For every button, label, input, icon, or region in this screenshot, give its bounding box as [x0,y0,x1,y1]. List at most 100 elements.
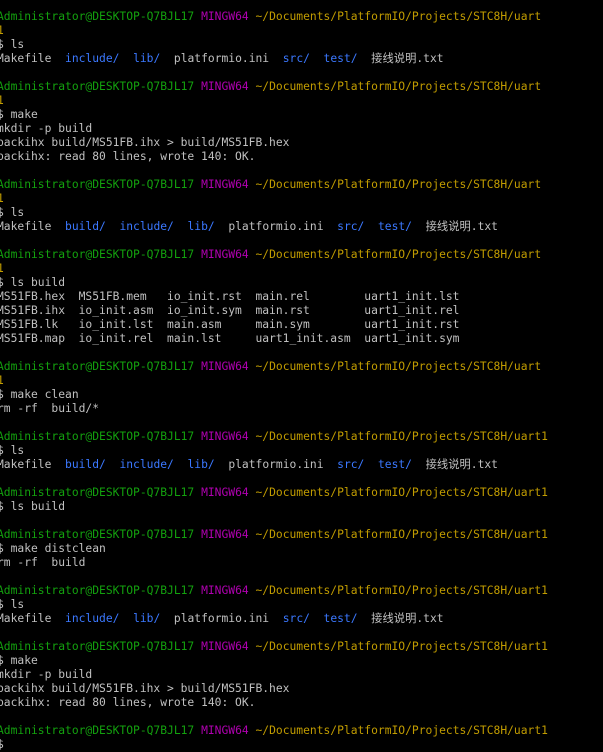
prompt-env: MINGW64 [201,430,249,443]
prompt-user-host: Administrator@DESKTOP-Q7BJL17 [0,724,195,737]
prompt-path: ~/Documents/PlatformIO/Projects/STC8H/ua… [255,584,548,597]
directory-entry: include/ [65,612,120,625]
command-line: $ ls [0,598,25,611]
prompt-user-host: Administrator@DESKTOP-Q7BJL17 [0,248,195,261]
file-entry: platformio.ini [228,458,324,471]
prompt-env: MINGW64 [201,528,249,541]
prompt-path-continuation: 1 [0,24,4,37]
output-line: packihx build/MS51FB.ihx > build/MS51FB.… [0,682,290,695]
prompt-line: Administrator@DESKTOP-Q7BJL17 MINGW64 ~/… [0,80,603,94]
command-line: $ make [0,108,38,121]
ls-output-line: Makefile include/ lib/ platformio.ini sr… [0,52,603,66]
output-line: MS51FB.hex MS51FB.mem io_init.rst main.r… [0,290,460,303]
prompt-env: MINGW64 [201,724,249,737]
prompt-user-host: Administrator@DESKTOP-Q7BJL17 [0,528,195,541]
prompt-user-host: Administrator@DESKTOP-Q7BJL17 [0,178,195,191]
prompt-path: ~/Documents/PlatformIO/Projects/STC8H/ua… [255,486,548,499]
command-line: $ ls [0,38,25,51]
directory-entry: lib/ [187,458,215,471]
prompt-user-host: Administrator@DESKTOP-Q7BJL17 [0,430,195,443]
prompt-env: MINGW64 [201,248,249,261]
prompt-line: Administrator@DESKTOP-Q7BJL17 MINGW64 ~/… [0,724,603,738]
file-entry: Makefile [0,52,52,65]
prompt-path-continuation: 1 [0,262,4,275]
ls-output-line: Makefile build/ include/ lib/ platformio… [0,458,603,472]
prompt-line: Administrator@DESKTOP-Q7BJL17 MINGW64 ~/… [0,430,603,444]
file-entry: platformio.ini [173,52,270,65]
directory-entry: src/ [337,458,365,471]
directory-entry: include/ [119,458,174,471]
prompt-line: Administrator@DESKTOP-Q7BJL17 MINGW64 ~/… [0,10,603,24]
directory-entry: src/ [282,612,310,625]
output-line: MS51FB.ihx io_init.asm io_init.sym main.… [0,304,460,317]
prompt-path-continuation: 1 [0,374,4,387]
terminal-output[interactable]: Administrator@DESKTOP-Q7BJL17 MINGW64 ~/… [0,10,603,752]
command-line: $ ls [0,206,25,219]
output-line: packihx: read 80 lines, wrote 140: OK. [0,696,256,709]
command-line: $ ls build [0,276,66,289]
directory-entry: test/ [377,458,412,471]
directory-entry: test/ [377,220,412,233]
directory-entry: test/ [323,52,358,65]
prompt-env: MINGW64 [201,80,249,93]
prompt-path: ~/Documents/PlatformIO/Projects/STC8H/ua… [255,640,548,653]
ls-output-line: Makefile include/ lib/ platformio.ini sr… [0,612,603,626]
prompt-user-host: Administrator@DESKTOP-Q7BJL17 [0,80,195,93]
output-line: rm -rf build/* [0,402,100,415]
prompt-line: Administrator@DESKTOP-Q7BJL17 MINGW64 ~/… [0,584,603,598]
prompt-user-host: Administrator@DESKTOP-Q7BJL17 [0,584,195,597]
prompt-env: MINGW64 [201,178,249,191]
file-entry: 接线说明.txt [371,52,444,65]
command-line: $ make distclean [0,542,106,555]
file-entry: 接线说明.txt [371,612,444,625]
output-line: packihx: read 80 lines, wrote 140: OK. [0,150,256,163]
output-line: mkdir -p build [0,122,93,135]
directory-entry: src/ [282,52,310,65]
directory-entry: build/ [65,220,106,233]
prompt-path: ~/Documents/PlatformIO/Projects/STC8H/ua… [255,430,548,443]
file-entry: Makefile [0,220,52,233]
prompt-line: Administrator@DESKTOP-Q7BJL17 MINGW64 ~/… [0,528,603,542]
output-line: MS51FB.map io_init.rel main.lst uart1_in… [0,332,460,345]
prompt-path: ~/Documents/PlatformIO/Projects/STC8H/ua… [255,528,548,541]
prompt-path: ~/Documents/PlatformIO/Projects/STC8H/ua… [255,178,542,191]
prompt-path: ~/Documents/PlatformIO/Projects/STC8H/ua… [255,10,542,23]
file-entry: 接线说明.txt [425,458,498,471]
directory-entry: include/ [65,52,120,65]
prompt-user-host: Administrator@DESKTOP-Q7BJL17 [0,360,195,373]
output-line: packihx build/MS51FB.ihx > build/MS51FB.… [0,136,290,149]
prompt-path: ~/Documents/PlatformIO/Projects/STC8H/ua… [255,80,542,93]
directory-entry: include/ [119,220,174,233]
prompt-path-continuation: 1 [0,192,4,205]
directory-entry: build/ [65,458,106,471]
directory-entry: lib/ [133,52,161,65]
prompt-env: MINGW64 [201,486,249,499]
output-line: rm -rf build [0,556,86,569]
file-entry: 接线说明.txt [425,220,498,233]
prompt-path: ~/Documents/PlatformIO/Projects/STC8H/ua… [255,360,542,373]
prompt-line: Administrator@DESKTOP-Q7BJL17 MINGW64 ~/… [0,360,603,374]
file-entry: Makefile [0,612,52,625]
command-line: $ make [0,654,38,667]
directory-entry: lib/ [133,612,161,625]
directory-entry: lib/ [187,220,215,233]
command-line: $ ls build [0,500,66,513]
prompt-line: Administrator@DESKTOP-Q7BJL17 MINGW64 ~/… [0,486,603,500]
prompt-env: MINGW64 [201,640,249,653]
command-line: $ ls [0,444,25,457]
prompt-line: Administrator@DESKTOP-Q7BJL17 MINGW64 ~/… [0,640,603,654]
prompt-path: ~/Documents/PlatformIO/Projects/STC8H/ua… [255,724,548,737]
output-line: MS51FB.lk io_init.lst main.asm main.sym … [0,318,460,331]
prompt-user-host: Administrator@DESKTOP-Q7BJL17 [0,486,195,499]
prompt-path-continuation: 1 [0,94,4,107]
command-line: $ make clean [0,388,79,401]
output-line: mkdir -p build [0,668,93,681]
